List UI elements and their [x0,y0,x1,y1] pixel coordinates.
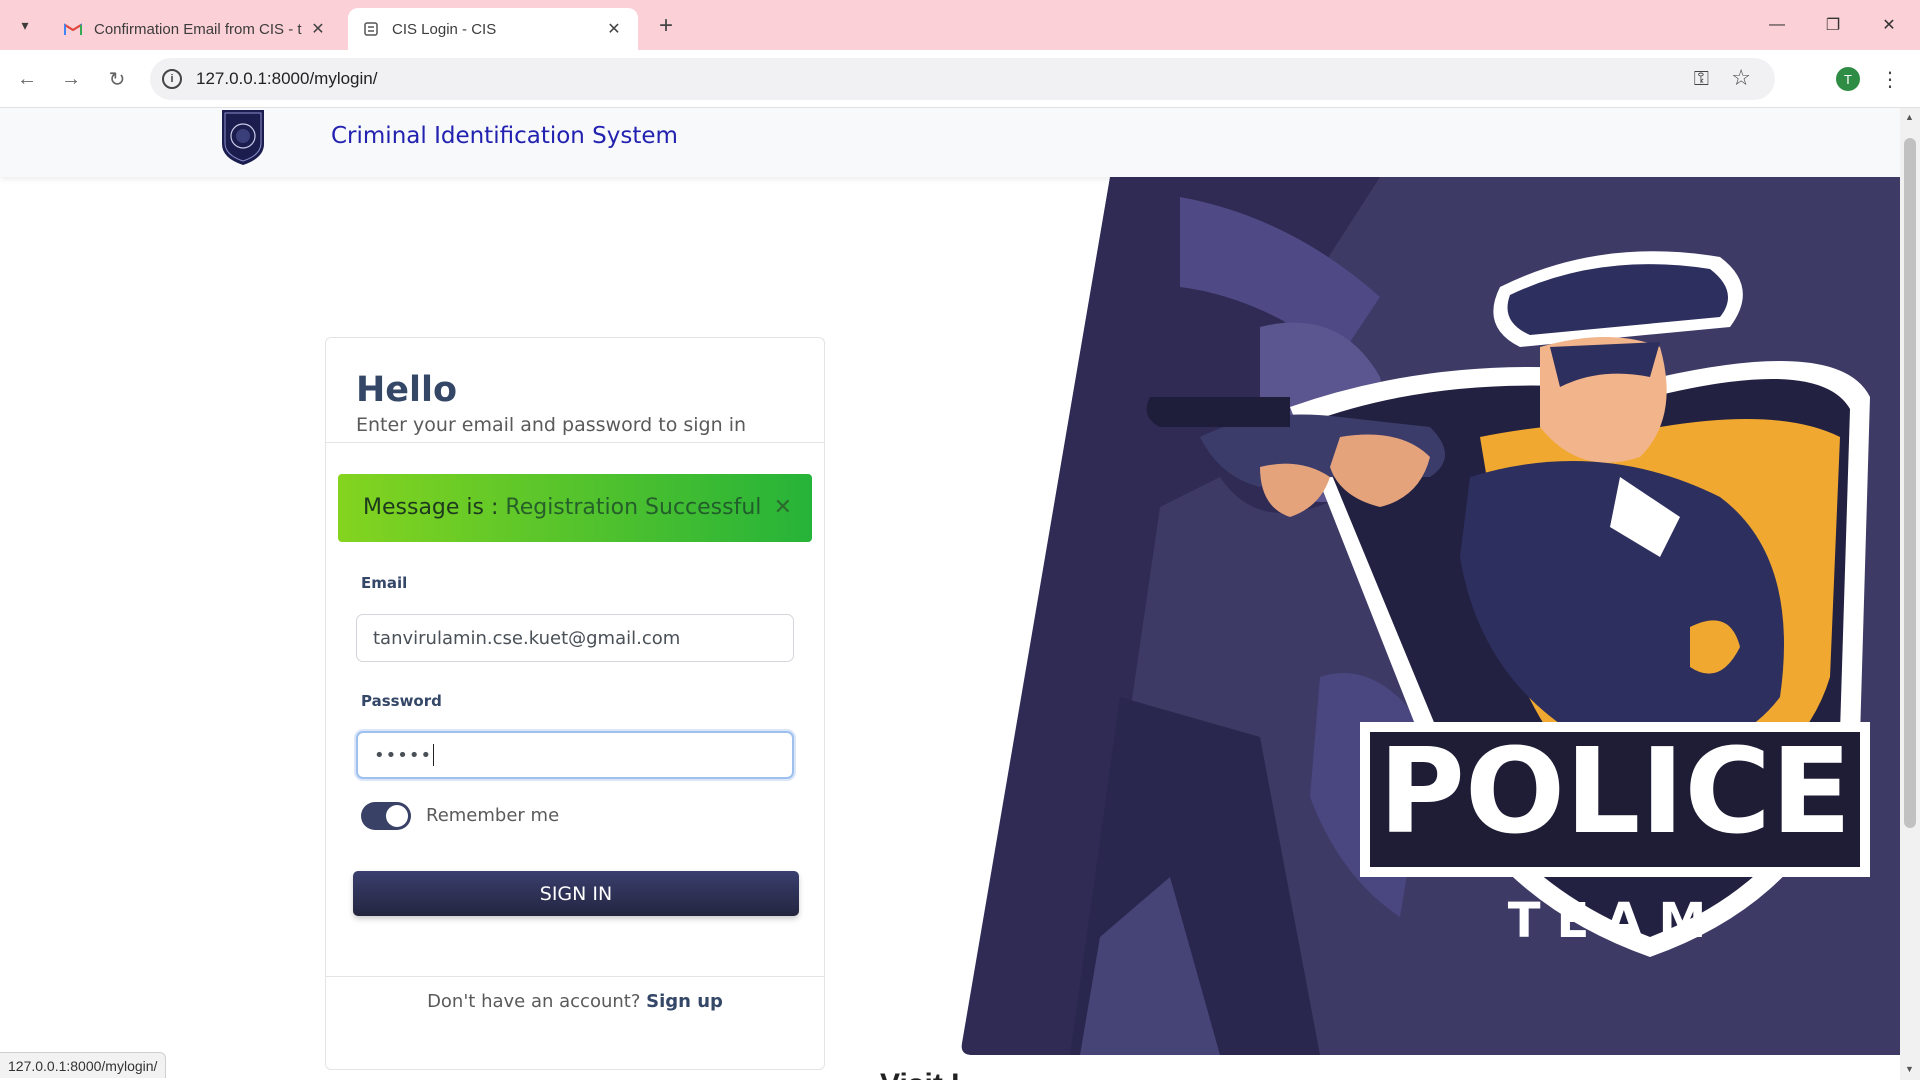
divider [326,442,824,443]
close-icon[interactable]: ✕ [774,494,792,520]
success-alert: Message is : Registration Successful ✕ [338,474,812,542]
alert-prefix: Message is : [363,495,506,520]
password-label: Password [361,692,442,710]
site-navbar: Criminal Identification System [0,108,1900,177]
page-viewport: Criminal Identification System POLICE TE… [0,108,1900,1080]
tab-title: Confirmation Email from CIS - t [94,20,302,38]
gmail-icon [64,20,82,38]
address-bar[interactable]: i 127.0.0.1:8000/mylogin/ ⚿ ☆ [150,58,1775,100]
tab-cis-login[interactable]: CIS Login - CIS ✕ [348,8,638,50]
badge-subtext: TEAM [1508,893,1722,949]
brand-link[interactable]: Criminal Identification System [331,123,678,149]
tab-search-button[interactable]: ▾ [12,13,38,37]
page-icon [362,20,380,38]
remember-me-label[interactable]: Remember me [426,805,559,826]
sign-in-button[interactable]: SIGN IN [353,871,799,916]
divider [326,976,824,977]
email-value: tanvirulamin.cse.kuet@gmail.com [373,627,681,649]
close-window-button[interactable]: ✕ [1866,10,1912,40]
login-card: Hello Enter your email and password to s… [325,337,825,1070]
sign-up-link[interactable]: Sign up [646,991,723,1012]
badge-text: POLICE [1378,722,1851,860]
signup-prompt-text: Don't have an account? [427,991,641,1012]
tab-gmail[interactable]: Confirmation Email from CIS - t ✕ [50,8,342,50]
forward-arrow-icon[interactable]: → [56,64,86,94]
scroll-thumb[interactable] [1904,138,1916,828]
minimize-button[interactable]: — [1754,10,1800,40]
police-logo[interactable] [218,108,268,166]
password-value: ••••• [374,744,433,766]
scroll-up-arrow-icon[interactable]: ▲ [1905,112,1914,122]
restore-button[interactable]: ❐ [1810,10,1856,40]
alert-message: Registration Successful [505,495,762,520]
reload-icon[interactable]: ↻ [102,64,132,94]
password-key-icon[interactable]: ⚿ [1694,68,1709,91]
bookmark-star-icon[interactable]: ☆ [1731,65,1751,91]
text-caret [433,744,435,766]
remember-me-toggle[interactable] [361,802,411,830]
password-field[interactable]: ••••• [356,731,794,779]
back-arrow-icon[interactable]: ← [12,64,42,94]
status-url-bar: 127.0.0.1:8000/mylogin/ [0,1052,167,1078]
site-info-icon[interactable]: i [162,69,182,89]
page-scrollbar[interactable]: ▲ ▼ [1900,108,1920,1080]
email-field[interactable]: tanvirulamin.cse.kuet@gmail.com [356,614,794,662]
police-team-illustration: POLICE TEAM [960,177,1900,1055]
menu-kebab-icon[interactable]: ⋮ [1880,64,1900,94]
new-tab-button[interactable]: + [652,12,680,40]
browser-toolbar: ← → ↻ i 127.0.0.1:8000/mylogin/ ⚿ ☆ T ⋮ [0,50,1920,108]
below-fold-heading: Visit L... [880,1068,994,1080]
profile-avatar[interactable]: T [1836,67,1860,91]
toggle-knob [386,805,408,827]
email-label: Email [361,574,408,592]
close-icon[interactable]: ✕ [604,19,624,39]
alert-text: Message is : Registration Successful [363,495,761,520]
close-icon[interactable]: ✕ [308,19,328,39]
scroll-down-arrow-icon[interactable]: ▼ [1905,1064,1914,1074]
page-title: Hello [356,370,458,410]
tab-title: CIS Login - CIS [392,20,497,38]
login-subtitle: Enter your email and password to sign in [356,414,747,436]
url-text[interactable]: 127.0.0.1:8000/mylogin/ [196,69,377,89]
browser-tab-bar: ▾ Confirmation Email from CIS - t ✕ CIS … [0,0,1920,50]
signup-prompt: Don't have an account? Sign up [326,991,824,1012]
